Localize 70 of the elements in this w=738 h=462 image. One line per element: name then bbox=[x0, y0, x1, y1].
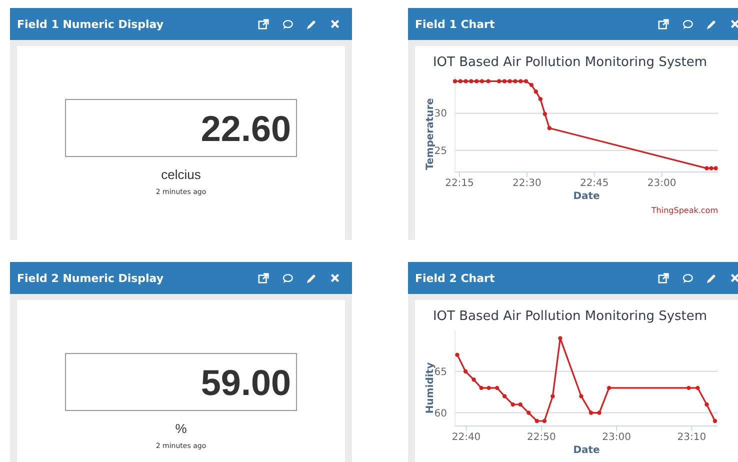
x-axis-title: Date bbox=[573, 445, 600, 456]
data-point bbox=[579, 394, 584, 398]
y-axis-title: Temperature bbox=[425, 98, 436, 170]
data-point bbox=[542, 112, 548, 116]
data-point bbox=[696, 386, 700, 390]
comment-icon[interactable] bbox=[682, 18, 693, 30]
data-point bbox=[547, 126, 552, 130]
panel-title: Field 1 Numeric Display bbox=[17, 18, 164, 30]
data-point bbox=[472, 378, 476, 382]
comment-icon[interactable] bbox=[282, 272, 293, 284]
comment-icon[interactable] bbox=[282, 18, 293, 30]
pencil-icon[interactable] bbox=[306, 272, 317, 284]
comment-icon[interactable] bbox=[682, 272, 693, 284]
data-point bbox=[534, 90, 538, 94]
x-tick-label: 23:00 bbox=[647, 178, 676, 189]
external-link-icon[interactable] bbox=[258, 272, 269, 284]
external-link-icon[interactable] bbox=[658, 272, 669, 284]
close-icon[interactable] bbox=[730, 19, 738, 29]
y-tick-label: 30 bbox=[434, 108, 447, 120]
data-point bbox=[686, 386, 691, 390]
unit-label: % bbox=[175, 421, 187, 436]
x-tick-label: 22:15 bbox=[445, 178, 474, 189]
chart-title: IOT Based Air Pollution Monitoring System bbox=[432, 309, 708, 324]
external-link-icon[interactable] bbox=[258, 18, 269, 30]
y-tick-label: 65 bbox=[434, 366, 447, 378]
external-link-icon[interactable] bbox=[658, 18, 669, 30]
data-point bbox=[463, 369, 468, 374]
value-display: 22.60 bbox=[65, 99, 297, 157]
panel-title: Field 2 Numeric Display bbox=[17, 272, 164, 284]
x-tick-label: 23:00 bbox=[602, 432, 631, 443]
data-point bbox=[606, 386, 612, 390]
close-icon[interactable] bbox=[330, 273, 340, 283]
x-tick-label: 22:45 bbox=[580, 178, 609, 189]
x-axis-title: Date bbox=[573, 191, 600, 202]
data-point bbox=[597, 410, 602, 415]
data-point bbox=[704, 402, 709, 407]
x-tick-label: 22:50 bbox=[527, 432, 556, 443]
x-tick-label: 22:30 bbox=[512, 178, 542, 189]
unit-label: celcius bbox=[161, 167, 201, 182]
pencil-icon[interactable] bbox=[706, 272, 717, 284]
panel-title: Field 2 Chart bbox=[415, 272, 495, 284]
x-tick-label: 23:10 bbox=[677, 432, 706, 443]
data-point bbox=[502, 394, 507, 398]
data-point bbox=[542, 418, 547, 424]
chart-title: IOT Based Air Pollution Monitoring System bbox=[432, 55, 708, 70]
pencil-icon[interactable] bbox=[706, 18, 717, 30]
data-point bbox=[538, 96, 543, 102]
y-axis-title: Humidity bbox=[425, 362, 436, 414]
close-icon[interactable] bbox=[330, 19, 340, 29]
y-tick-label: 25 bbox=[434, 146, 447, 157]
panel-title: Field 1 Chart bbox=[415, 18, 495, 30]
data-point bbox=[455, 352, 460, 357]
data-point bbox=[588, 410, 594, 415]
close-icon[interactable] bbox=[730, 273, 738, 283]
data-point bbox=[550, 394, 555, 398]
data-point bbox=[526, 410, 531, 415]
data-point bbox=[534, 418, 539, 424]
pencil-icon[interactable] bbox=[306, 18, 317, 30]
data-point bbox=[712, 418, 718, 424]
x-tick-label: 22:40 bbox=[452, 432, 481, 443]
data-point bbox=[486, 79, 490, 84]
data-point bbox=[486, 386, 491, 390]
credit-link[interactable]: ThingSpeak.com bbox=[651, 206, 718, 215]
value-display: 59.00 bbox=[65, 353, 297, 411]
data-point bbox=[558, 336, 562, 340]
data-point bbox=[510, 402, 515, 407]
y-tick-label: 60 bbox=[434, 408, 447, 420]
data-point bbox=[494, 386, 500, 390]
data-point bbox=[479, 386, 484, 390]
data-point bbox=[518, 402, 522, 407]
